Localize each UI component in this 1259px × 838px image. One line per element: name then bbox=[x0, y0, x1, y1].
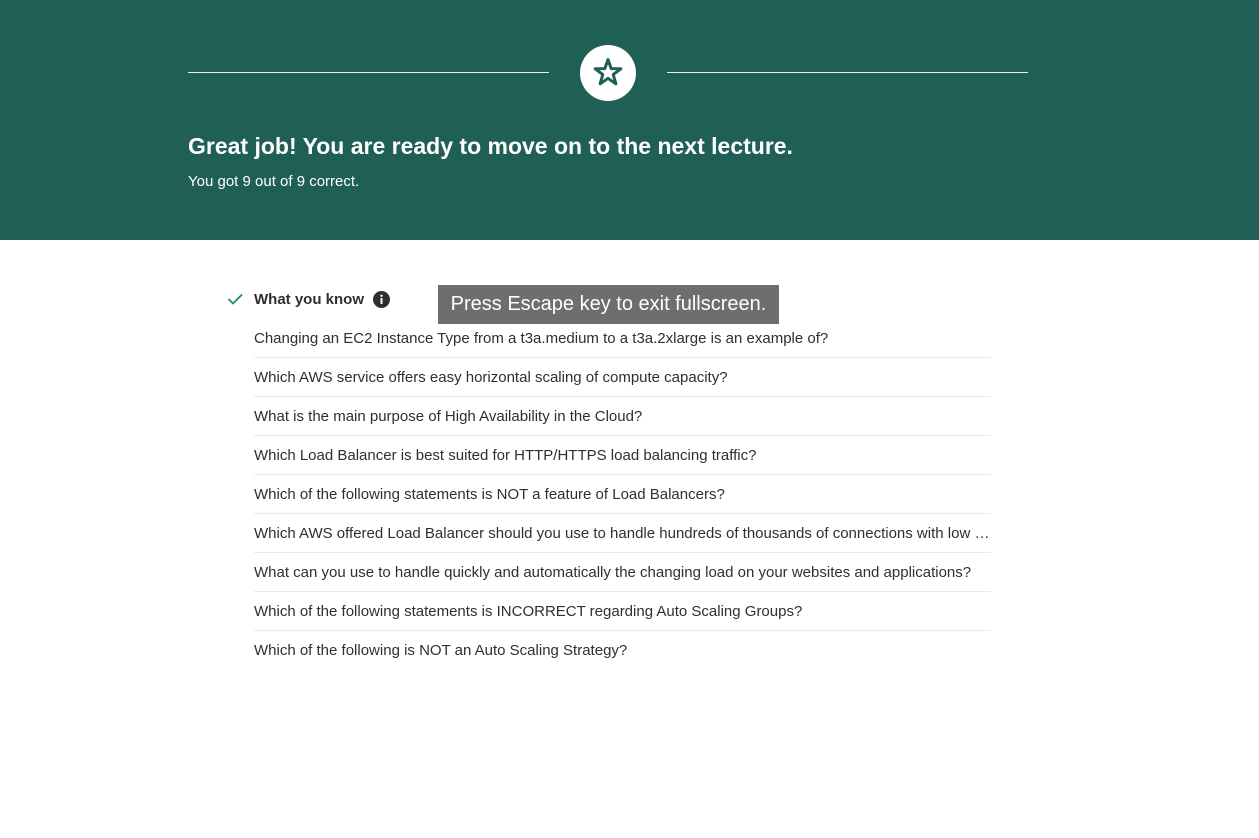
result-score: You got 9 out of 9 correct. bbox=[188, 173, 360, 190]
question-item[interactable]: Which of the following is NOT an Auto Sc… bbox=[254, 631, 991, 669]
checkmark-icon bbox=[226, 290, 244, 308]
result-title: Great job! You are ready to move on to t… bbox=[188, 133, 793, 159]
question-list: Changing an EC2 Instance Type from a t3a… bbox=[254, 319, 991, 669]
what-you-know-title: What you know bbox=[254, 290, 364, 308]
question-item[interactable]: Which Load Balancer is best suited for H… bbox=[254, 436, 991, 475]
divider-right bbox=[667, 72, 1028, 73]
question-item[interactable]: What is the main purpose of High Availab… bbox=[254, 397, 991, 436]
question-item[interactable]: What can you use to handle quickly and a… bbox=[254, 553, 991, 592]
question-item[interactable]: Which AWS service offers easy horizontal… bbox=[254, 358, 991, 397]
divider-left bbox=[188, 72, 549, 73]
question-item[interactable]: Changing an EC2 Instance Type from a t3a… bbox=[254, 319, 991, 358]
what-you-know-header: What you know bbox=[226, 288, 390, 310]
star-icon bbox=[580, 45, 636, 101]
info-icon[interactable] bbox=[373, 290, 390, 308]
question-item[interactable]: Which of the following statements is NOT… bbox=[254, 475, 991, 514]
question-item[interactable]: Which of the following statements is INC… bbox=[254, 592, 991, 631]
result-banner: Great job! You are ready to move on to t… bbox=[0, 0, 1259, 240]
question-item[interactable]: Which AWS offered Load Balancer should y… bbox=[254, 514, 991, 553]
